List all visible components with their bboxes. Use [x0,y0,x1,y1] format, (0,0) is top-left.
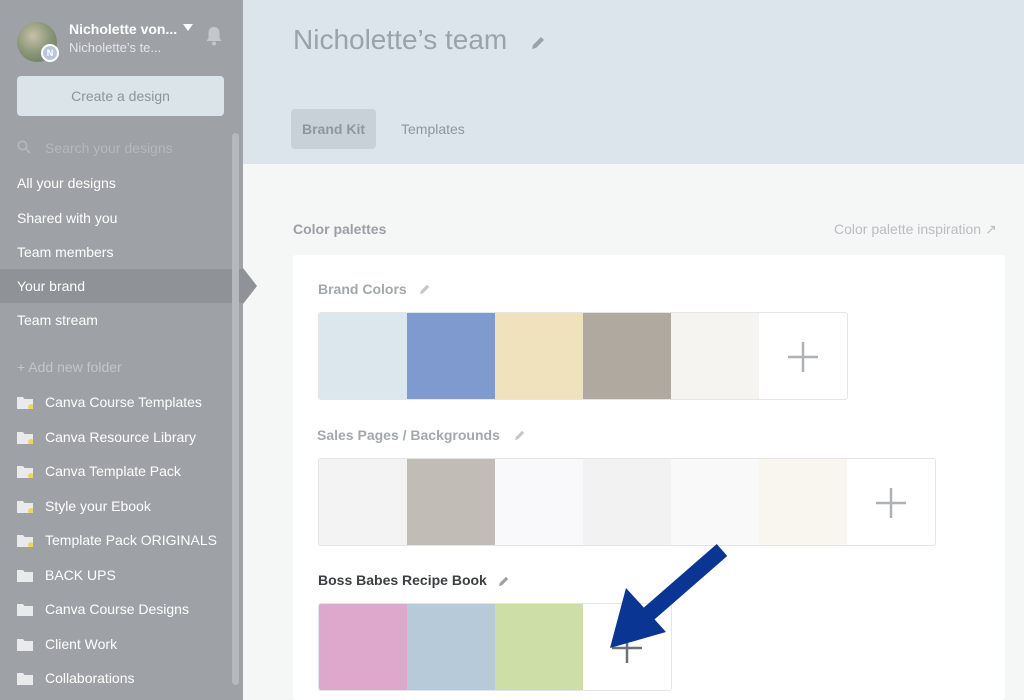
add-new-folder-link[interactable]: + Add new folder [17,359,122,375]
sidebar-scrollbar[interactable] [232,133,239,685]
color-swatch[interactable] [671,313,759,399]
folder-item[interactable]: Canva Course Templates [17,391,232,415]
profile-switcher[interactable]: N Nicholette von... Nicholette’s te... [17,20,232,64]
pencil-icon[interactable] [514,429,526,441]
tab-templates[interactable]: Templates [390,109,476,149]
palette-swatches [318,312,848,400]
color-swatch[interactable] [583,459,671,545]
folder-icon [17,639,33,651]
folder-icon [17,604,33,616]
folder-item[interactable]: Template Pack ORIGINALS [17,529,232,553]
nav-your-brand[interactable]: Your brand [0,269,243,303]
folder-label: BACK UPS [45,567,116,583]
add-color-button[interactable] [759,313,847,399]
folder-label: Canva Course Templates [45,394,202,410]
bell-icon[interactable] [205,26,223,46]
color-swatch[interactable] [495,604,583,690]
section-title: Color palettes [293,221,387,237]
folder-label: Collaborations [45,670,135,686]
color-swatch[interactable] [759,459,847,545]
avatar-badge: N [41,44,59,62]
palette-swatches [318,458,936,546]
folder-icon [17,673,33,685]
folder-label: Canva Template Pack [45,463,181,479]
folder-item[interactable]: Canva Resource Library [17,426,232,450]
search-input[interactable] [45,138,220,158]
color-swatch[interactable] [495,459,583,545]
color-swatch[interactable] [319,459,407,545]
folder-label: Style your Ebook [45,498,151,514]
folder-label: Client Work [45,636,118,652]
plus-icon [788,342,818,372]
add-color-button[interactable] [847,459,935,545]
folder-item[interactable]: Collaborations [17,667,232,691]
shared-folder-icon [17,432,33,444]
shared-folder-icon [17,466,33,478]
search-bar [17,138,227,158]
folder-label: Template Pack ORIGINALS [45,532,217,548]
folder-item[interactable]: Client Work [17,633,232,657]
color-swatch[interactable] [407,604,495,690]
tab-brand-kit[interactable]: Brand Kit [291,109,376,149]
folder-item[interactable]: Style your Ebook [17,495,232,519]
profile-team: Nicholette’s te... [69,40,162,55]
folder-item[interactable]: Canva Template Pack [17,460,232,484]
color-swatch[interactable] [495,313,583,399]
color-swatch[interactable] [407,313,495,399]
create-design-button[interactable]: Create a design [17,76,224,116]
nav-all-designs[interactable]: All your designs [0,166,243,200]
folder-item[interactable]: Canva Course Designs [17,598,232,622]
color-palette-inspiration-link[interactable]: Color palette inspiration ↗ [834,221,997,238]
shared-folder-icon [17,535,33,547]
folder-icon [17,570,33,582]
color-swatch[interactable] [583,313,671,399]
pencil-icon[interactable] [498,575,510,587]
nav-team-members[interactable]: Team members [0,235,243,269]
page-title: Nicholette’s team [293,24,508,55]
shared-folder-icon [17,397,33,409]
folder-label: Canva Resource Library [45,429,196,445]
plus-icon [876,488,906,518]
palette-name: Brand Colors [318,281,407,297]
search-icon [17,140,31,154]
folder-label: Canva Course Designs [45,601,189,617]
nav-shared-with-you[interactable]: Shared with you [0,201,243,235]
sidebar: N Nicholette von... Nicholette’s te... C… [0,0,243,700]
color-swatch[interactable] [407,459,495,545]
palette-name: Boss Babes Recipe Book [318,572,487,588]
pencil-icon[interactable] [530,35,546,51]
color-swatch[interactable] [671,459,759,545]
page-header: Nicholette’s team Brand Kit Templates [243,0,1024,164]
nav-team-stream[interactable]: Team stream [0,303,243,337]
annotation-arrow-icon [610,543,728,648]
color-swatch[interactable] [319,604,407,690]
pencil-icon[interactable] [419,283,431,295]
caret-down-icon[interactable] [183,24,193,31]
folder-item[interactable]: BACK UPS [17,564,232,588]
shared-folder-icon [17,501,33,513]
active-nav-indicator [243,268,257,304]
color-swatch[interactable] [319,313,407,399]
profile-name: Nicholette von... [69,21,178,37]
palette-name: Sales Pages / Backgrounds [317,427,500,443]
